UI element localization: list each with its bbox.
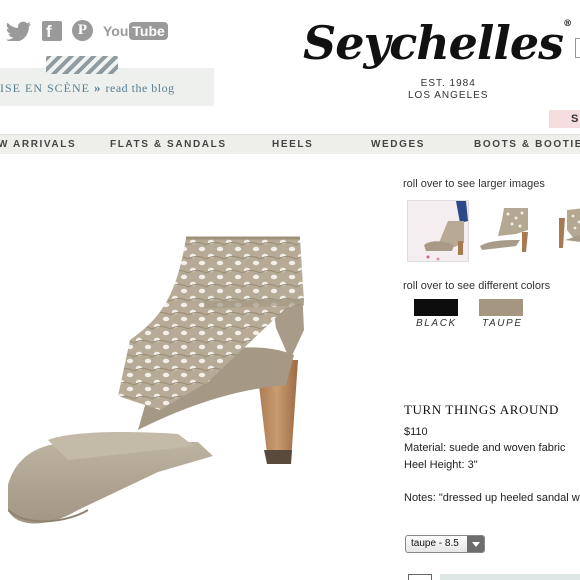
swatch-taupe[interactable] xyxy=(479,299,523,316)
est-year: EST. 1984 xyxy=(420,78,476,89)
youtube-you-text: You xyxy=(103,22,129,39)
main-nav: W ARRIVALS FLATS & SANDALS HEELS WEDGES … xyxy=(0,134,580,154)
quantity-box[interactable] xyxy=(408,574,432,580)
youtube-icon[interactable]: You Tube xyxy=(103,21,168,40)
nav-new-arrivals[interactable]: W ARRIVALS xyxy=(0,139,76,150)
nav-wedges[interactable]: WEDGES xyxy=(371,139,425,150)
pinterest-icon[interactable]: P xyxy=(72,20,93,41)
product-title: TURN THINGS AROUND xyxy=(404,402,560,417)
washi-tape-decoration xyxy=(46,56,118,74)
product-main-image[interactable] xyxy=(7,210,308,535)
colors-caption: roll over to see different colors xyxy=(403,280,551,292)
est-city: LOS ANGELES xyxy=(408,90,489,101)
social-links: f P You Tube xyxy=(6,20,168,41)
nav-flats-sandals[interactable]: FLATS & SANDALS xyxy=(110,139,227,150)
product-notes: Notes: "dressed up heeled sandal wit xyxy=(404,492,580,504)
swatch-black[interactable] xyxy=(414,299,458,316)
bottom-controls xyxy=(408,574,580,580)
brand-logo[interactable]: Seychelles® xyxy=(303,19,572,67)
add-to-bag-button[interactable] xyxy=(440,574,580,580)
size-select-value: taupe - 8.5 xyxy=(411,538,459,549)
thumbnail-back[interactable] xyxy=(545,200,580,262)
account-tab-label: S xyxy=(571,113,579,125)
twitter-icon[interactable] xyxy=(6,21,32,41)
youtube-tube-text: Tube xyxy=(129,21,168,40)
nav-heels[interactable]: HEELS xyxy=(272,139,313,150)
swatch-taupe-label: TAUPE xyxy=(482,318,523,329)
blog-title: ISE EN SCÈNE xyxy=(0,81,90,95)
product-heel-height: Heel Height: 3" xyxy=(404,459,478,471)
search-box[interactable] xyxy=(575,38,580,58)
thumbnail-side[interactable] xyxy=(476,200,538,262)
nav-boots-booties[interactable]: BOOTS & BOOTIES xyxy=(474,139,580,150)
facebook-icon[interactable]: f xyxy=(42,20,62,41)
thumbnail-model[interactable] xyxy=(407,200,469,262)
images-caption: roll over to see larger images xyxy=(403,178,545,190)
read-blog-label: read the blog xyxy=(105,81,175,95)
registered-mark: ® xyxy=(563,19,572,29)
product-material: Material: suede and woven fabric xyxy=(404,442,566,454)
product-price: $110 xyxy=(404,426,428,438)
chevron-down-icon xyxy=(467,536,484,552)
swatch-black-label: BLACK xyxy=(416,318,457,329)
blog-link[interactable]: ISE EN SCÈNE » read the blog xyxy=(0,80,175,96)
size-select[interactable]: taupe - 8.5 xyxy=(405,535,485,553)
double-arrow-icon: » xyxy=(94,80,102,95)
brand-tagline: EST. 1984 LOS ANGELES xyxy=(408,78,488,102)
brand-logo-text: Seychelles xyxy=(303,16,564,70)
account-tab[interactable]: S xyxy=(549,110,580,128)
